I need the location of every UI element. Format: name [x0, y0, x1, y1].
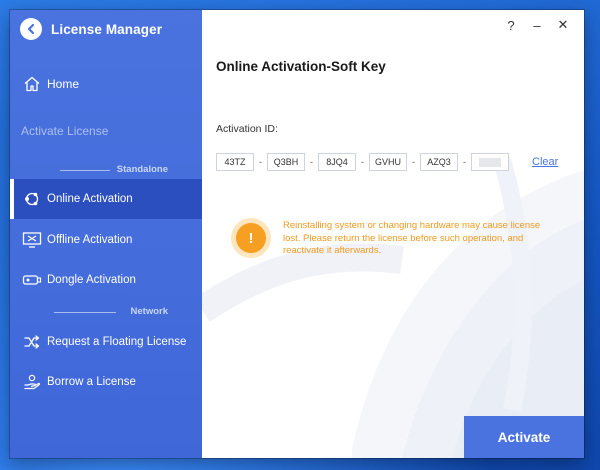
network-separator: Network — [10, 305, 202, 319]
sidebar-item-label: Borrow a License — [47, 376, 136, 388]
sidebar-item-label: Request a Floating License — [47, 336, 187, 348]
key-separator: - — [259, 157, 262, 167]
minimize-button[interactable]: – — [524, 14, 550, 36]
main-panel: ? – ✕ Online Activation-Soft Key Activat… — [202, 10, 584, 458]
activation-id-fields: 43TZ - Q3BH - 8JQ4 - GVHU - AZQ3 - — [216, 152, 509, 172]
activate-button[interactable]: Activate — [464, 416, 584, 458]
sidebar-item-dongle-activation[interactable]: Dongle Activation — [10, 260, 202, 300]
home-icon — [22, 74, 42, 94]
borrow-hand-icon — [22, 372, 42, 392]
key-segment-5[interactable]: AZQ3 — [420, 153, 458, 171]
sidebar-item-offline-activation[interactable]: Offline Activation — [10, 220, 202, 260]
page-title: Online Activation-Soft Key — [216, 59, 386, 74]
key-separator: - — [361, 157, 364, 167]
license-manager-window: License Manager Home Activate License St… — [10, 10, 584, 458]
key-segment-1[interactable]: 43TZ — [216, 153, 254, 171]
sidebar-item-request-floating-license[interactable]: Request a Floating License — [10, 322, 202, 362]
activation-id-label: Activation ID: — [216, 123, 278, 135]
key-segment-4[interactable]: GVHU — [369, 153, 407, 171]
warning-message: Reinstalling system or changing hardware… — [283, 220, 541, 256]
standalone-separator: Standalone — [10, 163, 202, 177]
sidebar-item-label: Offline Activation — [47, 234, 133, 246]
sidebar-item-label: Home — [47, 77, 80, 91]
sidebar-item-label: Dongle Activation — [47, 274, 136, 286]
close-button[interactable]: ✕ — [550, 14, 576, 36]
network-label: Network — [130, 306, 168, 317]
key-segment-3[interactable]: 8JQ4 — [318, 153, 356, 171]
app-brand: License Manager — [20, 16, 162, 42]
help-button[interactable]: ? — [498, 14, 524, 36]
dongle-icon — [22, 270, 42, 290]
sidebar-item-online-activation[interactable]: Online Activation — [10, 179, 202, 219]
activate-license-heading: Activate License — [21, 124, 109, 138]
key-segment-6[interactable] — [471, 153, 509, 171]
sidebar-item-label: Online Activation — [47, 193, 133, 205]
sidebar-item-home[interactable]: Home — [10, 64, 202, 104]
offline-activation-icon — [22, 230, 42, 250]
shuffle-icon — [22, 332, 42, 352]
key-separator: - — [310, 157, 313, 167]
online-activation-icon — [22, 189, 42, 209]
warning-icon: ! — [236, 223, 266, 253]
key-separator: - — [412, 157, 415, 167]
key-separator: - — [463, 157, 466, 167]
key-segment-6-value — [479, 157, 501, 167]
sidebar: License Manager Home Activate License St… — [10, 10, 202, 458]
sidebar-item-borrow-license[interactable]: Borrow a License — [10, 362, 202, 402]
clear-link[interactable]: Clear — [532, 156, 558, 168]
app-title: License Manager — [51, 21, 163, 37]
standalone-label: Standalone — [116, 164, 168, 175]
key-segment-2[interactable]: Q3BH — [267, 153, 305, 171]
window-controls: ? – ✕ — [498, 14, 576, 36]
back-icon[interactable] — [20, 18, 42, 40]
